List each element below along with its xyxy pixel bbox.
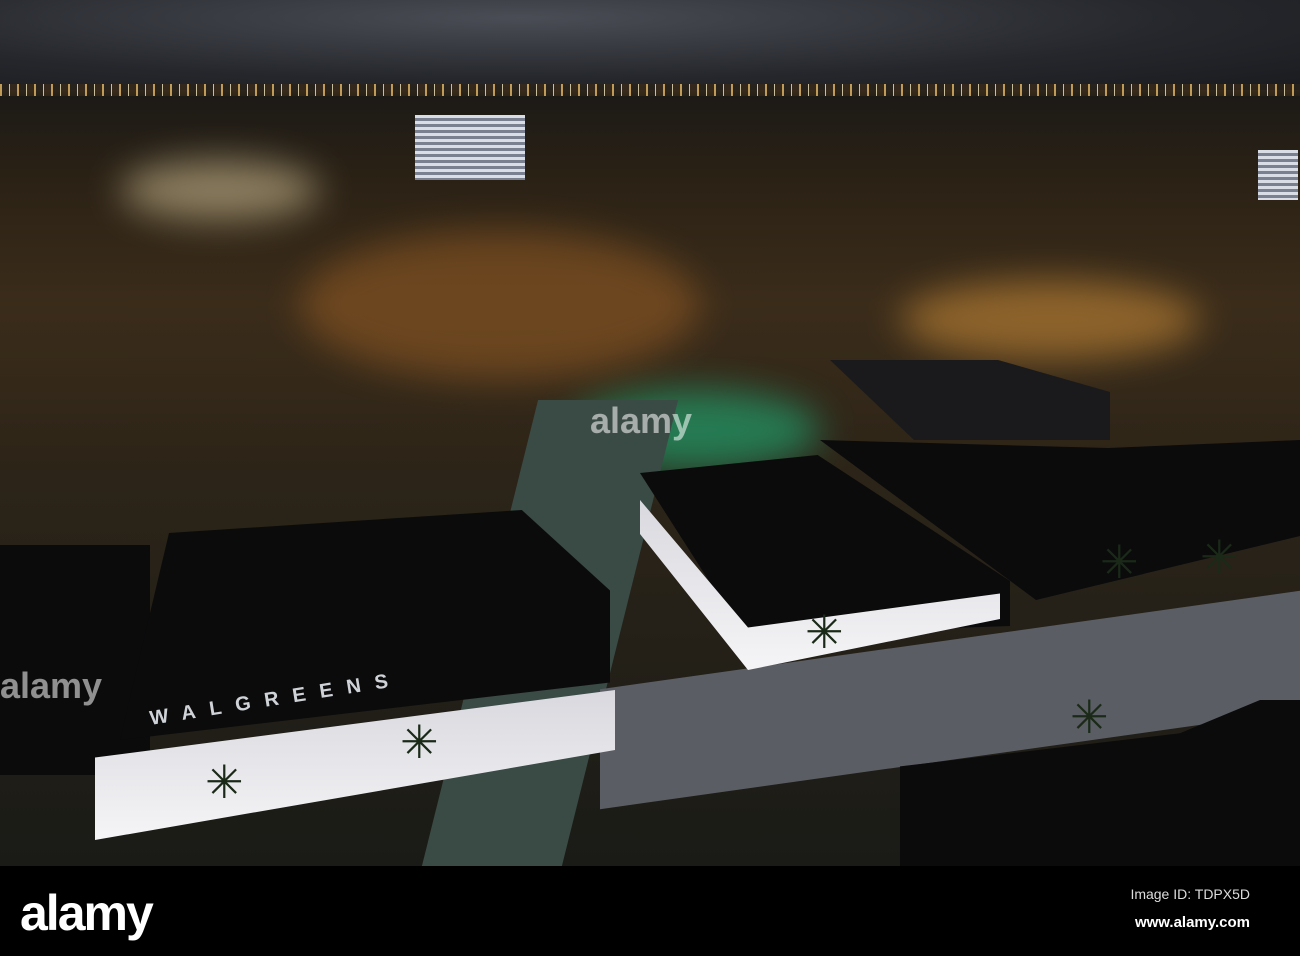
image-id: Image ID: TDPX5D [1130,886,1250,902]
site-url: www.alamy.com [1134,914,1250,931]
palm-tree: ✳ [400,716,439,768]
cloudy-night-sky [0,0,1300,90]
city-lights-horizon [0,84,1300,96]
footer-bar: alamy Image ID: TDPX5D www.alamy.com [0,866,1300,956]
high-rise-building [415,115,525,180]
light-glow [120,160,320,220]
palm-tree: ✳ [1100,536,1139,588]
watermark: alamy [590,400,693,441]
palm-tree: ✳ [205,756,244,808]
rooftop [0,545,150,775]
watermark: alamy [0,665,103,706]
light-glow [900,280,1200,360]
stock-photo-page: WALGREENS ✳ ✳ ✳ ✳ ✳ ✳ alamy alamy alamy … [0,0,1300,956]
light-glow [300,230,700,380]
alamy-logo: alamy [20,885,154,941]
palm-tree: ✳ [1200,531,1239,583]
aerial-night-city-photo: WALGREENS ✳ ✳ ✳ ✳ ✳ ✳ alamy alamy [0,0,1300,866]
palm-tree: ✳ [1070,691,1109,743]
palm-tree: ✳ [805,606,844,658]
rooftop [830,360,1110,440]
high-rise-building [1258,150,1298,200]
